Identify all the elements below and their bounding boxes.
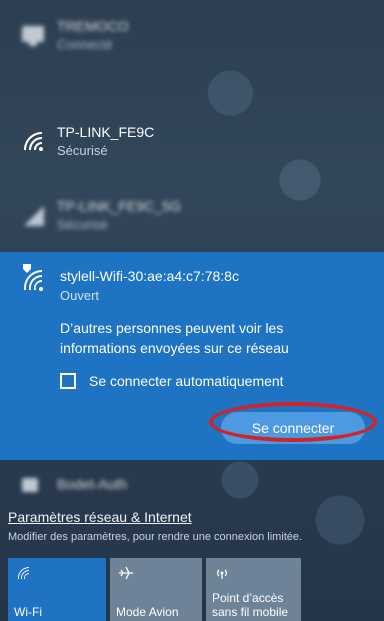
selected-network[interactable]: stylell-Wifi-30:ae:a4:c7:78:8c Ouvert D’…	[0, 252, 384, 460]
network-item[interactable]: TREMOCO Connecté	[0, 0, 384, 72]
wifi-icon	[24, 131, 43, 151]
airplane-icon	[119, 566, 133, 580]
wifi-open-icon	[23, 264, 43, 291]
airplane-mode-toggle[interactable]: Mode Avion	[110, 558, 202, 621]
network-item[interactable]: TP-LINK_FE9C Sécurisé	[0, 106, 384, 178]
hotspot-icon	[217, 569, 227, 579]
network-settings-link[interactable]: Paramètres réseau & Internet	[8, 509, 192, 525]
tile-label: Point d’accès sans fil mobile	[212, 591, 288, 619]
mobile-hotspot-toggle[interactable]: Point d’accès sans fil mobile	[206, 558, 301, 621]
network-status: Connecté	[57, 37, 113, 52]
network-name: Bodet-Auth	[57, 476, 128, 492]
network-flyout: TREMOCO Connecté TP-LINK_FE9C Sécurisé T…	[0, 0, 384, 621]
network-icon	[22, 478, 38, 492]
network-name: TP-LINK_FE9C	[57, 124, 155, 140]
auto-connect-checkbox[interactable]	[60, 373, 76, 389]
security-warning: D’autres personnes peuvent voir les info…	[60, 320, 289, 356]
network-status: Sécurisé	[57, 143, 108, 158]
wifi-icon	[18, 567, 29, 579]
tile-label-line2: sans fil mobile	[212, 605, 289, 619]
network-item[interactable]: Bodet-Auth	[0, 460, 384, 504]
network-name: TP-LINK_FE9C_5G	[57, 198, 181, 214]
connect-button[interactable]: Se connecter	[221, 412, 365, 444]
tile-label-line1: Point d’accès	[212, 591, 284, 605]
network-item[interactable]: TP-LINK_FE9C_5G Sécurisé	[0, 180, 384, 252]
network-name: stylell-Wifi-30:ae:a4:c7:78:8c	[60, 268, 239, 284]
network-status: Ouvert	[60, 288, 100, 303]
quick-actions: Wi-Fi Mode Avion Point d’accès sans fil …	[0, 558, 384, 621]
wifi-icon	[24, 206, 44, 226]
network-status: Sécurisé	[57, 217, 108, 232]
ethernet-icon	[22, 26, 44, 46]
wifi-toggle[interactable]: Wi-Fi	[8, 558, 106, 621]
tile-label: Mode Avion	[116, 605, 179, 619]
settings-hint: Modifier des paramètres, pour rendre une…	[8, 531, 303, 543]
auto-connect-label[interactable]: Se connecter automatiquement	[89, 373, 284, 389]
network-name: TREMOCO	[57, 18, 129, 34]
tile-label: Wi-Fi	[14, 605, 42, 619]
